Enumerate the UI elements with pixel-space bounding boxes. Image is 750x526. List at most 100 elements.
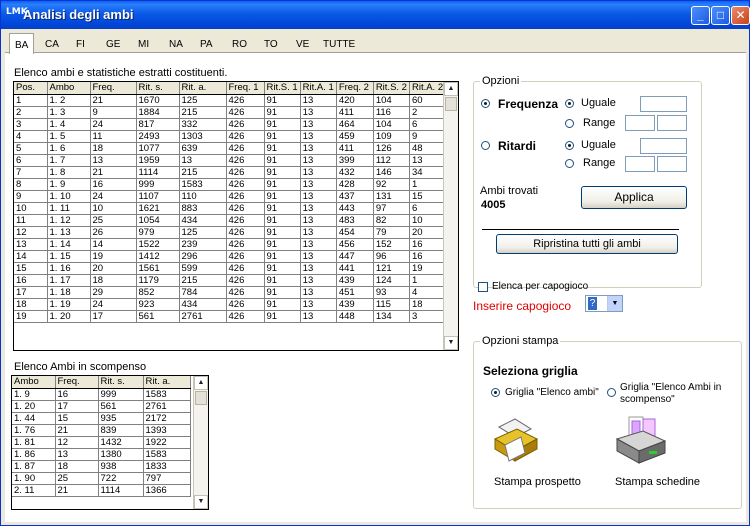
frequenza-range-max-input[interactable] (657, 115, 687, 131)
scompenso-grid-row[interactable]: 1. 76 21 839 1393 (12, 424, 191, 437)
ritardi-range-radio[interactable] (565, 159, 574, 168)
tab-to[interactable]: TO (259, 35, 283, 53)
main-grid-row[interactable]: 4 1. 5 11 2493 1303 426 91 13 459 109 9 (14, 130, 447, 143)
tab-pa[interactable]: PA (195, 35, 218, 53)
scompenso-grid-row[interactable]: 1. 20 17 561 2761 (12, 400, 191, 413)
applica-button[interactable]: Applica (581, 186, 687, 209)
stampa-schedine-printer-icon[interactable] (615, 415, 667, 467)
frequenza-uguale-input[interactable] (640, 96, 687, 112)
stampa-prospetto-label[interactable]: Stampa prospetto (494, 476, 581, 488)
column-header[interactable]: Rit.A. 2 (409, 82, 447, 95)
scroll-down-arrow-icon[interactable]: ▼ (444, 336, 458, 350)
main-grid-row[interactable]: 19 1. 20 17 561 2761 426 91 13 448 134 3 (14, 310, 447, 323)
maximize-button[interactable]: □ (711, 6, 730, 25)
ritardi-uguale-input[interactable] (640, 138, 687, 154)
main-grid-row[interactable]: 12 1. 13 26 979 125 426 91 13 454 79 20 (14, 226, 447, 239)
frequenza-radio[interactable] (481, 99, 490, 108)
grid-cell: 91 (264, 190, 301, 203)
tab-na[interactable]: NA (164, 35, 188, 53)
scompenso-grid-row[interactable]: 1. 9 16 999 1583 (12, 388, 191, 401)
column-header[interactable]: Ambo (12, 376, 56, 389)
griglia-scompenso-radio[interactable] (607, 388, 616, 397)
ambi-trovati-label: Ambi trovati (480, 185, 539, 197)
main-grid-row[interactable]: 2 1. 3 9 1884 215 426 91 13 411 116 2 (14, 106, 447, 119)
title-bar[interactable]: LMK Analisi degli ambi _ □ ✕ (1, 1, 750, 29)
ritardi-range-max-input[interactable] (657, 156, 687, 172)
column-header[interactable]: Freq. (90, 82, 137, 95)
main-grid-row[interactable]: 17 1. 18 29 852 784 426 91 13 451 93 4 (14, 286, 447, 299)
main-grid-row[interactable]: 15 1. 16 20 1561 599 426 91 13 441 121 19 (14, 262, 447, 275)
close-button[interactable]: ✕ (731, 6, 750, 25)
scroll-up-arrow-icon[interactable]: ▲ (194, 376, 208, 390)
column-header[interactable]: Freq. (55, 376, 99, 389)
tab-ve[interactable]: VE (291, 35, 314, 53)
tab-mi[interactable]: MI (133, 35, 154, 53)
tab-ro[interactable]: RO (227, 35, 252, 53)
main-grid-row[interactable]: 8 1. 9 16 999 1583 426 91 13 428 92 1 (14, 178, 447, 191)
tab-ge[interactable]: GE (101, 35, 125, 53)
column-header[interactable]: Rit. a. (143, 376, 191, 389)
column-header[interactable]: Rit.S. 2 (373, 82, 410, 95)
scompenso-grid-scrollbar[interactable]: ▲ ▼ (193, 376, 208, 509)
scompenso-grid-row[interactable]: 1. 86 13 1380 1583 (12, 448, 191, 461)
grid-cell: 2 (409, 106, 447, 119)
main-grid-row[interactable]: 6 1. 7 13 1959 13 426 91 13 399 112 13 (14, 154, 447, 167)
main-grid-row[interactable]: 13 1. 14 14 1522 239 426 91 13 456 152 16 (14, 238, 447, 251)
column-header[interactable]: Pos. (14, 82, 48, 95)
frequenza-range-min-input[interactable] (625, 115, 655, 131)
chevron-down-icon[interactable]: ▼ (607, 296, 622, 311)
ritardi-range-min-input[interactable] (625, 156, 655, 172)
minimize-button[interactable]: _ (691, 6, 710, 25)
scroll-thumb[interactable] (445, 97, 457, 111)
main-grid-row[interactable]: 16 1. 17 18 1179 215 426 91 13 439 124 1 (14, 274, 447, 287)
scompenso-grid-row[interactable]: 1. 44 15 935 2172 (12, 412, 191, 425)
grid-cell: 883 (179, 202, 227, 215)
scroll-down-arrow-icon[interactable]: ▼ (194, 495, 208, 509)
column-header[interactable]: Rit. a. (179, 82, 227, 95)
scompenso-grid-row[interactable]: 1. 90 25 722 797 (12, 472, 191, 485)
column-header[interactable]: Ambo (47, 82, 91, 95)
grid-cell: 839 (98, 424, 144, 437)
capogioco-select[interactable]: ? ▼ (585, 295, 623, 312)
main-grid[interactable]: Pos. Ambo Freq. Rit. s. Rit. a. Freq. 1 Rit.S.… (13, 81, 459, 351)
grid-cell: 426 (226, 286, 265, 299)
tab-ba[interactable]: BA (9, 33, 35, 54)
scompenso-grid[interactable]: Ambo Freq. Rit. s. Rit. a. 1. 9 16 999 1583 1. … (11, 375, 209, 510)
main-grid-row[interactable]: 7 1. 8 21 1114 215 426 91 13 432 146 34 (14, 166, 447, 179)
ritardi-radio[interactable] (481, 141, 490, 150)
main-grid-row[interactable]: 3 1. 4 24 817 332 426 91 13 464 104 6 (14, 118, 447, 131)
scroll-up-arrow-icon[interactable]: ▲ (444, 82, 458, 96)
main-grid-row[interactable]: 11 1. 12 25 1054 434 426 91 13 483 82 10 (14, 214, 447, 227)
main-grid-row[interactable]: 5 1. 6 18 1077 639 426 91 13 411 126 48 (14, 142, 447, 155)
column-header[interactable]: Freq. 1 (226, 82, 265, 95)
main-grid-row[interactable]: 9 1. 10 24 1107 110 426 91 13 437 131 15 (14, 190, 447, 203)
ritardi-uguale-radio[interactable] (565, 141, 574, 150)
tab-fi[interactable]: FI (71, 35, 90, 53)
frequenza-range-radio[interactable] (565, 119, 574, 128)
column-header[interactable]: Rit.A. 1 (300, 82, 337, 95)
ripristina-button[interactable]: Ripristina tutti gli ambi (496, 234, 678, 254)
stampa-schedine-label[interactable]: Stampa schedine (615, 476, 700, 488)
elenca-capogioco-checkbox[interactable] (478, 282, 488, 292)
grid-cell: 938 (98, 460, 144, 473)
column-header[interactable]: Rit.S. 1 (264, 82, 301, 95)
grid-cell: 448 (336, 310, 374, 323)
stampa-prospetto-printer-icon[interactable] (491, 417, 541, 465)
frequenza-uguale-radio[interactable] (565, 99, 574, 108)
griglia-elenco-ambi-radio[interactable] (491, 388, 500, 397)
column-header[interactable]: Freq. 2 (336, 82, 374, 95)
main-grid-row[interactable]: 1 1. 2 21 1670 125 426 91 13 420 104 60 (14, 94, 447, 107)
tab-tutte[interactable]: TUTTE (318, 35, 360, 53)
column-header[interactable]: Rit. s. (136, 82, 180, 95)
main-grid-row[interactable]: 10 1. 11 10 1621 883 426 91 13 443 97 6 (14, 202, 447, 215)
main-grid-row[interactable]: 14 1. 15 19 1412 296 426 91 13 447 96 16 (14, 250, 447, 263)
scompenso-grid-row[interactable]: 1. 87 18 938 1833 (12, 460, 191, 473)
scompenso-grid-row[interactable]: 1. 81 12 1432 1922 (12, 436, 191, 449)
scompenso-grid-row[interactable]: 2. 11 21 1114 1366 (12, 484, 191, 497)
scroll-thumb[interactable] (195, 391, 207, 405)
tab-ca[interactable]: CA (40, 35, 64, 53)
main-grid-scrollbar[interactable]: ▲ ▼ (443, 82, 458, 350)
main-grid-row[interactable]: 18 1. 19 24 923 434 426 91 13 439 115 18 (14, 298, 447, 311)
column-header[interactable]: Rit. s. (98, 376, 144, 389)
grid-cell: 6 (409, 202, 447, 215)
